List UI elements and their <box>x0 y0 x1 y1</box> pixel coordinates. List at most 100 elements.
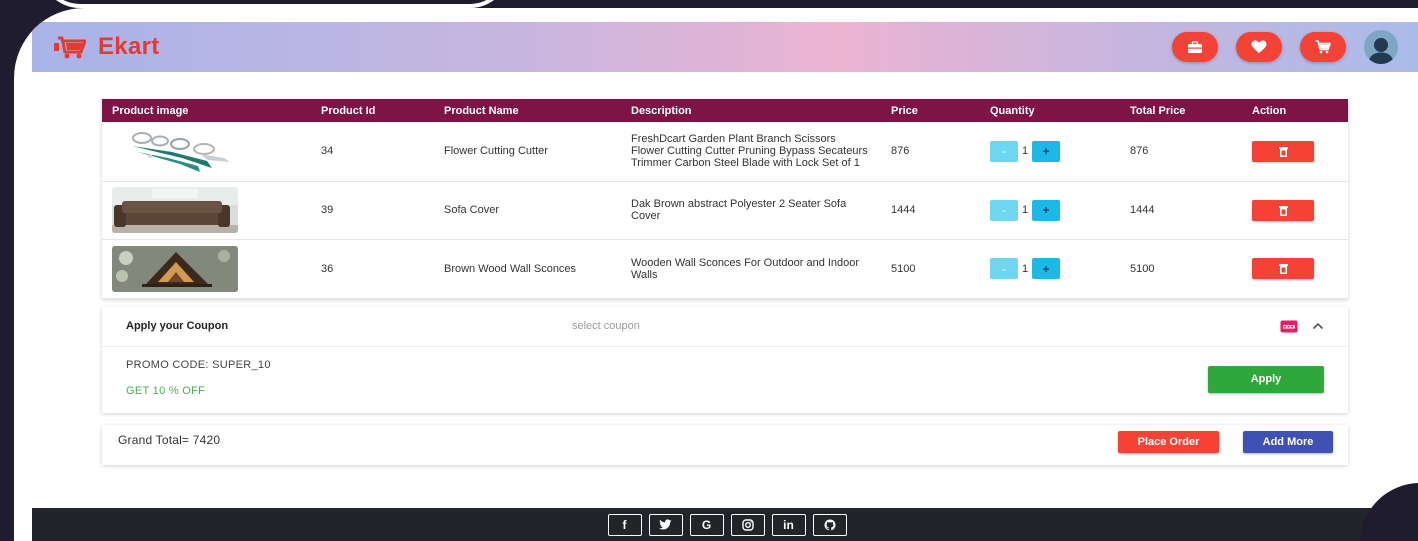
product-name-cell: Brown Wood Wall Sconces <box>434 239 621 299</box>
quantity-value: 1 <box>1021 145 1029 158</box>
order-summary-bar: Grand Total= 7420 Place Order Add More <box>102 424 1348 465</box>
promo-code: PROMO CODE: SUPER_10 <box>126 358 271 371</box>
product-price-cell: 876 <box>881 122 980 182</box>
cart-button[interactable] <box>1300 32 1346 62</box>
quantity-increase-button[interactable]: + <box>1032 258 1060 279</box>
brand-name: Ekart <box>98 33 160 60</box>
quantity-value: 1 <box>1021 262 1029 275</box>
wooden-wall-sconce-image <box>112 245 238 292</box>
quantity-decrease-button[interactable]: - <box>990 140 1018 162</box>
place-order-button[interactable]: Place Order <box>1118 430 1219 453</box>
header-product-name: Product Name <box>434 99 621 122</box>
product-image-cell <box>102 181 311 240</box>
trash-icon <box>1278 146 1288 157</box>
instagram-button[interactable] <box>730 513 765 536</box>
action-cell <box>1242 181 1348 240</box>
table-row: 34 Flower Cutting Cutter FreshDcart Gard… <box>102 122 1348 182</box>
header-product-id: Product Id <box>311 99 434 122</box>
product-price-cell: 5100 <box>881 239 980 299</box>
apply-coupon-button[interactable]: Apply <box>1208 365 1324 393</box>
product-description: Dak Brown abstract Polyester 2 Seater So… <box>631 198 847 222</box>
quantity-cell: - 1 + <box>980 122 1120 182</box>
quantity-decrease-button[interactable]: - <box>990 258 1018 279</box>
ekart-app: Ekart Product image Product Id Product N… <box>32 22 1418 541</box>
coupon-select[interactable]: select coupon <box>572 320 640 332</box>
header-action: Action <box>1242 99 1348 122</box>
quantity-stepper: - 1 + <box>990 140 1110 162</box>
main-content: Product image Product Id Product Name De… <box>32 72 1418 465</box>
total-price-cell: 5100 <box>1120 239 1242 299</box>
quantity-cell: - 1 + <box>980 181 1120 240</box>
coupon-panel-header[interactable]: Apply your Coupon select coupon <box>102 307 1348 347</box>
google-icon: G <box>701 517 712 532</box>
linkedin-icon: in <box>783 517 794 532</box>
coupon-panel: Apply your Coupon select coupon PROMO CO… <box>102 306 1348 413</box>
coupon-panel-body: PROMO CODE: SUPER_10 GET 10 % OFF Apply <box>102 347 1348 413</box>
github-icon <box>824 519 835 530</box>
coupon-header-icons <box>1280 320 1324 333</box>
wishlist-button[interactable] <box>1236 32 1282 62</box>
grand-total: Grand Total= 7420 <box>118 432 221 447</box>
quantity-increase-button[interactable]: + <box>1032 199 1060 221</box>
header-description: Description <box>621 99 881 122</box>
decorative-arc <box>40 0 510 8</box>
total-price-cell: 1444 <box>1120 181 1242 240</box>
product-id-cell: 36 <box>311 239 434 299</box>
header-quantity: Quantity <box>980 99 1120 122</box>
facebook-button[interactable]: f <box>607 513 642 536</box>
action-cell <box>1242 239 1348 299</box>
quantity-value: 1 <box>1021 204 1029 216</box>
product-image-cell <box>102 122 311 182</box>
delete-button[interactable] <box>1252 140 1314 162</box>
product-name-cell: Sofa Cover <box>434 181 621 240</box>
user-avatar[interactable] <box>1364 30 1398 64</box>
navbar: Ekart <box>32 22 1418 72</box>
promo-offer: GET 10 % OFF <box>126 384 206 397</box>
delete-button[interactable] <box>1252 258 1314 279</box>
coupon-title: Apply your Coupon <box>126 320 229 332</box>
google-button[interactable]: G <box>689 513 724 536</box>
footer: f G in <box>32 508 1418 541</box>
cart-table-header: Product image Product Id Product Name De… <box>102 99 1348 122</box>
briefcase-icon <box>1188 40 1202 53</box>
nav-icons <box>1172 30 1398 64</box>
product-description-cell: FreshDcart Garden Plant Branch Scissors … <box>621 122 881 182</box>
user-avatar-icon <box>1368 38 1394 64</box>
brown-sofa-image <box>112 187 238 233</box>
device-frame: Ekart Product image Product Id Product N… <box>14 8 1418 541</box>
briefcase-button[interactable] <box>1172 32 1218 62</box>
heart-icon <box>1251 40 1267 53</box>
quantity-decrease-button[interactable]: - <box>990 199 1018 221</box>
product-price-cell: 1444 <box>881 181 980 240</box>
add-more-button[interactable]: Add More <box>1243 430 1333 453</box>
coupon-ticket-icon <box>1280 320 1298 332</box>
table-row: 39 Sofa Cover Dak Brown abstract Polyest… <box>102 181 1348 240</box>
product-id-cell: 34 <box>311 122 434 182</box>
brand[interactable]: Ekart <box>54 33 160 61</box>
cart-logo-icon <box>54 36 86 59</box>
product-description-cell: Dak Brown abstract Polyester 2 Seater So… <box>621 181 881 240</box>
facebook-icon: f <box>622 517 627 532</box>
linkedin-button[interactable]: in <box>771 513 806 536</box>
quantity-increase-button[interactable]: + <box>1032 140 1060 162</box>
quantity-stepper: - 1 + <box>990 199 1110 221</box>
cart-icon <box>1315 40 1331 54</box>
product-id-cell: 39 <box>311 181 434 240</box>
quantity-cell: - 1 + <box>980 239 1120 299</box>
cart-table: Product image Product Id Product Name De… <box>102 99 1348 299</box>
quantity-stepper: - 1 + <box>990 258 1110 279</box>
header-price: Price <box>881 99 980 122</box>
trash-icon <box>1278 205 1288 216</box>
chevron-up-icon[interactable] <box>1312 322 1324 330</box>
twitter-icon <box>659 519 672 530</box>
instagram-icon <box>741 518 754 531</box>
delete-button[interactable] <box>1252 199 1314 221</box>
product-name-cell: Flower Cutting Cutter <box>434 122 621 182</box>
header-product-image: Product image <box>102 99 311 122</box>
product-description-cell: Wooden Wall Sconces For Outdoor and Indo… <box>621 239 881 299</box>
github-button[interactable] <box>812 513 847 536</box>
garden-pruning-shears-image <box>112 128 238 175</box>
total-price-cell: 876 <box>1120 122 1242 182</box>
twitter-button[interactable] <box>648 513 683 536</box>
product-image-cell <box>102 239 311 299</box>
